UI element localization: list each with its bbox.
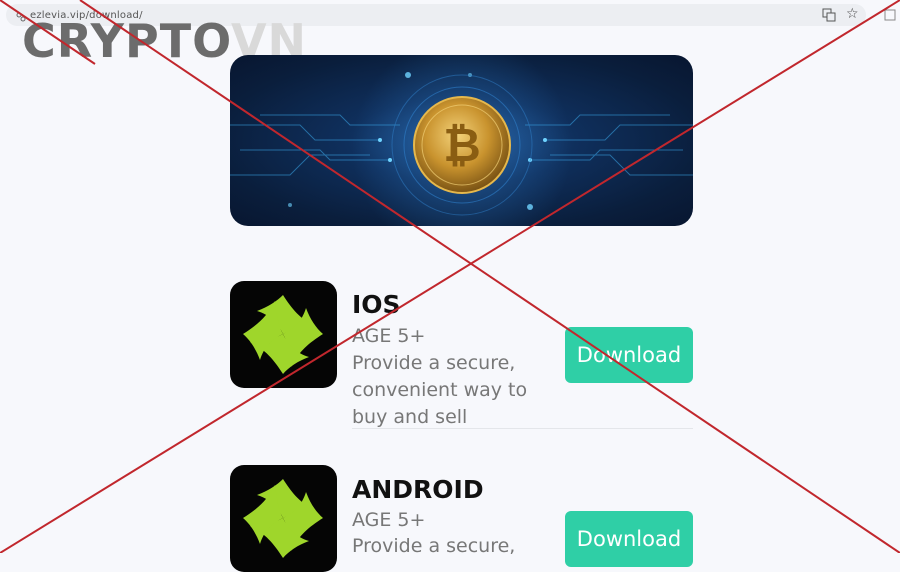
app-title-android: ANDROID	[352, 475, 484, 504]
app-age: AGE 5+	[352, 509, 426, 531]
hero-banner: ₿	[230, 55, 693, 226]
extension-icon[interactable]	[884, 9, 896, 21]
star-icon[interactable]: ☆	[846, 6, 859, 22]
watermark-bold: CRYPTO	[22, 14, 231, 68]
app-description-line: convenient way to	[352, 379, 528, 401]
app-logo-icon	[230, 465, 337, 572]
bitcoin-symbol: ₿	[443, 118, 481, 172]
app-description-line: buy and sell	[352, 406, 468, 428]
app-description: Provide a secure,	[352, 533, 552, 560]
download-ios-button[interactable]: Download	[565, 327, 693, 383]
app-age: AGE 5+	[352, 325, 426, 347]
app-logo-icon	[230, 281, 337, 388]
app-description-line: Provide a secure,	[352, 352, 516, 374]
app-description: Provide a secure, convenient way to buy …	[352, 350, 552, 431]
download-android-button[interactable]: Download	[565, 511, 693, 567]
app-description-line: Provide a secure,	[352, 535, 516, 557]
bitcoin-circuit-banner: ₿	[230, 55, 693, 226]
translate-icon[interactable]	[822, 8, 836, 22]
app-title-ios: IOS	[352, 290, 401, 319]
divider	[352, 428, 693, 429]
